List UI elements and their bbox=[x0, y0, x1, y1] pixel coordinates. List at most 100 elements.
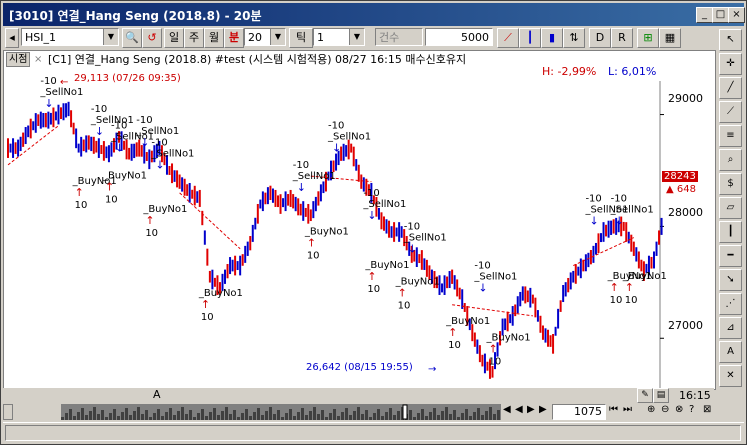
document-icon[interactable]: D bbox=[589, 28, 611, 48]
chevron-down-icon[interactable]: ▼ bbox=[349, 29, 364, 45]
report-icon[interactable]: R bbox=[611, 28, 633, 48]
chevron-down-icon[interactable]: ▼ bbox=[103, 29, 118, 45]
navigator-bar bbox=[325, 417, 328, 420]
maximize-button[interactable]: □ bbox=[712, 7, 729, 23]
chevron-down-icon[interactable]: ▼ bbox=[270, 29, 285, 45]
symbol-select[interactable]: HSI_1 ▼ bbox=[21, 28, 119, 46]
nav-start-icon[interactable]: ⏮ bbox=[609, 404, 618, 415]
sell-arrow-icon: ↓ bbox=[615, 214, 624, 227]
navigator-bar bbox=[225, 407, 228, 420]
sell-qty-label: -10 bbox=[40, 76, 56, 87]
zoom-icon[interactable]: ⌕ bbox=[719, 149, 742, 171]
scroll-left-button[interactable] bbox=[3, 404, 13, 420]
sell-qty-label: -10 bbox=[91, 104, 107, 115]
navigator-bar bbox=[201, 409, 204, 420]
vline-icon[interactable]: ┃ bbox=[719, 221, 742, 243]
tick-value: 1 bbox=[317, 31, 324, 44]
sell-qty-label: -10 bbox=[611, 193, 627, 204]
interval-value: 20 bbox=[248, 31, 262, 44]
tick-select[interactable]: 1 ▼ bbox=[313, 28, 365, 46]
buy-arrow-icon: ↑ bbox=[145, 214, 154, 227]
bar-chart-icon[interactable]: ▮ bbox=[541, 28, 563, 48]
navigator-bar bbox=[261, 415, 264, 420]
sell-qty-label: -10 bbox=[111, 121, 127, 132]
monthly-button[interactable]: 월 bbox=[204, 28, 224, 48]
crosshair-icon[interactable]: ✛ bbox=[719, 53, 742, 75]
navigator-bar bbox=[113, 409, 116, 420]
export-icon[interactable]: ⊞ bbox=[637, 28, 659, 48]
line-chart-icon[interactable]: ⟋ bbox=[497, 28, 519, 48]
sell-signal-label: _SellNo1 bbox=[135, 126, 179, 137]
status-field bbox=[5, 425, 741, 441]
settings-icon[interactable]: ▤ bbox=[653, 388, 669, 403]
fib-icon[interactable]: ≡ bbox=[719, 125, 742, 147]
help-icon[interactable]: ? bbox=[689, 404, 694, 415]
fan-icon[interactable]: ⋰ bbox=[719, 293, 742, 315]
navigator-bar bbox=[217, 415, 220, 420]
navigator-bar bbox=[389, 408, 392, 420]
navigator-bar bbox=[97, 414, 100, 420]
nav-prev-icon[interactable]: ◀ bbox=[515, 404, 523, 415]
navigator-bar bbox=[421, 409, 424, 420]
hline-icon[interactable]: ━ bbox=[719, 245, 742, 267]
buy-arrow-icon: ↑ bbox=[105, 180, 114, 193]
reset-icon[interactable]: ⊗ bbox=[675, 404, 683, 415]
arrow-icon[interactable]: ➘ bbox=[719, 269, 742, 291]
line-icon[interactable]: ╱ bbox=[719, 77, 742, 99]
fit-icon[interactable]: ⊠ bbox=[703, 404, 711, 415]
pencil-icon[interactable]: ✎ bbox=[637, 388, 653, 403]
zoom-in-icon[interactable]: ⊕ bbox=[647, 404, 655, 415]
navigator-bar bbox=[449, 414, 452, 420]
close-button[interactable]: × bbox=[728, 7, 745, 23]
navigator-bar bbox=[81, 408, 84, 420]
candle-chart-icon[interactable]: ┃ bbox=[519, 28, 541, 48]
sell-signal-label: _SellNo1 bbox=[403, 232, 447, 243]
count-input[interactable]: 5000 bbox=[425, 28, 493, 46]
minute-button[interactable]: 분 bbox=[224, 28, 244, 48]
buy-signal-label: _BuyNo1 bbox=[364, 260, 409, 271]
zoom-out-icon[interactable]: ⊖ bbox=[661, 404, 669, 415]
nav-last-icon[interactable]: ▶ bbox=[539, 404, 547, 415]
price-chart[interactable]: ↓_SellNo1-10↓_SellNo1-10↓_SellNo1-10↓_Se… bbox=[4, 51, 715, 389]
navigator-bar bbox=[133, 411, 136, 420]
zoom-input[interactable]: 1075 bbox=[552, 404, 606, 420]
nav-first-icon[interactable]: ◀ bbox=[503, 404, 511, 415]
chart-area[interactable]: 시점 × [C1] 연결_Hang Seng (2018.8) #test (시… bbox=[3, 50, 716, 390]
delete-icon[interactable]: ✕ bbox=[719, 365, 742, 387]
y-tick-27000: 27000 bbox=[668, 319, 703, 332]
navigator-bar bbox=[333, 409, 336, 420]
navigator-bar bbox=[493, 414, 496, 420]
sell-qty-label: -10 bbox=[363, 188, 379, 199]
sell-signal-label: _SellNo1 bbox=[150, 148, 194, 159]
navigator-bar bbox=[269, 407, 272, 420]
sell-arrow-icon: ↓ bbox=[44, 97, 53, 110]
buy-arrow-icon: ↑ bbox=[75, 186, 84, 199]
navigator-bar bbox=[309, 411, 312, 420]
search-icon[interactable]: 🔍 bbox=[122, 28, 142, 48]
channel-icon[interactable]: ▱ bbox=[719, 197, 742, 219]
weekly-button[interactable]: 주 bbox=[184, 28, 204, 48]
sell-arrow-icon: ↓ bbox=[408, 242, 417, 255]
updown-icon[interactable]: ⇅ bbox=[563, 28, 585, 48]
interval-select[interactable]: 20 ▼ bbox=[244, 28, 286, 46]
tick-button[interactable]: 틱 bbox=[289, 28, 313, 48]
price-icon[interactable]: $ bbox=[719, 173, 742, 195]
volume-navigator[interactable] bbox=[61, 404, 501, 420]
nav-end-icon[interactable]: ⏭ bbox=[623, 404, 632, 415]
panel-toggle-icon[interactable]: ◂ bbox=[5, 28, 19, 48]
daily-button[interactable]: 일 bbox=[164, 28, 184, 48]
navigator-bar bbox=[249, 416, 252, 420]
grid-icon[interactable]: ▦ bbox=[659, 28, 681, 48]
navigator-bar bbox=[429, 412, 432, 420]
navigator-bar bbox=[173, 415, 176, 420]
nav-next-icon[interactable]: ▶ bbox=[527, 404, 535, 415]
refresh-icon[interactable]: ↺ bbox=[142, 28, 162, 48]
navigator-bar bbox=[345, 408, 348, 420]
navigator-bar bbox=[489, 407, 492, 420]
trend-icon[interactable]: ⟋ bbox=[719, 101, 742, 123]
text-icon[interactable]: A bbox=[719, 341, 742, 363]
status-bar bbox=[3, 422, 744, 443]
gann-icon[interactable]: ⊿ bbox=[719, 317, 742, 339]
minimize-button[interactable]: _ bbox=[696, 7, 713, 23]
cursor-icon[interactable]: ↖ bbox=[719, 29, 742, 51]
